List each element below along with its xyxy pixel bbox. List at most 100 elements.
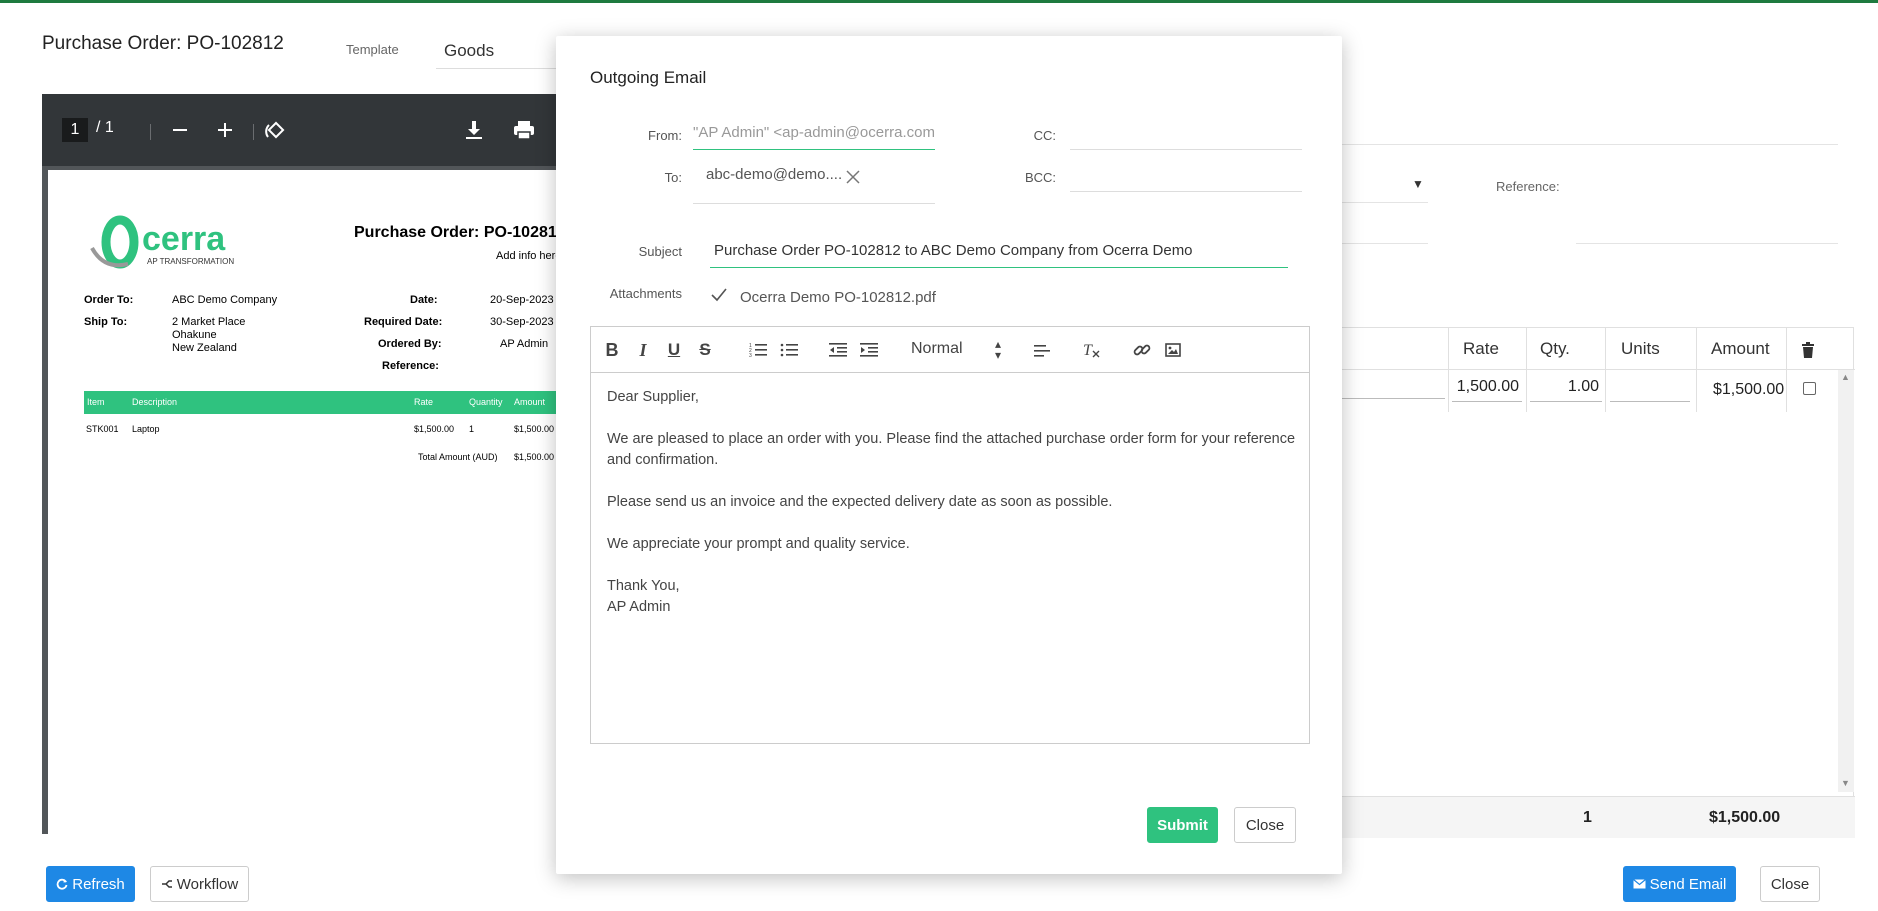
field-underline	[1340, 202, 1428, 203]
submit-button[interactable]: Submit	[1147, 807, 1218, 843]
checkmark-icon	[711, 288, 727, 302]
column-divider	[1605, 328, 1606, 412]
bcc-label: BCC:	[1024, 170, 1056, 185]
workflow-label: Workflow	[176, 875, 239, 893]
zoom-out-button[interactable]	[162, 112, 198, 148]
line-select-checkbox[interactable]	[1803, 382, 1816, 395]
to-label: To:	[664, 170, 682, 185]
amount-total: $1,500.00	[1709, 809, 1781, 826]
indent-icon	[860, 343, 878, 357]
document-title: Purchase Order: PO-102812	[354, 224, 566, 241]
to-input[interactable]	[693, 202, 935, 204]
link-icon	[1133, 344, 1151, 356]
qty-input[interactable]: 1.00	[1530, 378, 1602, 402]
body-greeting: Dear Supplier,	[607, 389, 699, 405]
strikethrough-button[interactable]: S	[694, 339, 716, 361]
image-button[interactable]	[1162, 339, 1184, 361]
refresh-label: Refresh	[72, 875, 125, 893]
reference-input[interactable]	[1576, 243, 1838, 244]
ocerra-logo: cerra AP TRANSFORMATION	[90, 215, 234, 269]
scroll-up-icon[interactable]: ▲	[1841, 372, 1850, 382]
email-body-editor: B I U S 1 2 3 Normal ▴ ▾ T Dear Supplier…	[590, 326, 1310, 744]
ordered-list-button[interactable]: 1 2 3	[747, 339, 769, 361]
units-input[interactable]	[1610, 378, 1690, 402]
date-label: Date:	[410, 294, 438, 306]
total-label: Total Amount (AUD)	[418, 452, 498, 462]
column-header-amount[interactable]: Amount	[1711, 339, 1770, 359]
cc-label: CC:	[1033, 128, 1056, 143]
attachment-filename[interactable]: Ocerra Demo PO-102812.pdf	[740, 289, 936, 306]
text-format-select[interactable]: Normal ▴ ▾	[909, 338, 1009, 361]
reference-label: Reference:	[1496, 179, 1560, 194]
from-input[interactable]: "AP Admin" <ap-admin@ocerra.com>	[693, 120, 935, 150]
cc-input[interactable]	[1070, 120, 1302, 150]
page-number-input[interactable]: 1	[62, 118, 88, 142]
svg-text:T: T	[1083, 342, 1093, 359]
ship-to-line2: Ohakune	[172, 329, 217, 341]
ship-to-line3: New Zealand	[172, 342, 237, 354]
line-amount: $1,500.00	[1713, 381, 1785, 398]
row-quantity: 1	[469, 424, 475, 434]
send-email-label: Send Email	[1649, 875, 1727, 893]
clear-format-button[interactable]: T	[1081, 339, 1103, 361]
row-amount: $1,500.00	[514, 424, 555, 434]
trash-icon[interactable]	[1801, 342, 1815, 358]
subject-input[interactable]: Purchase Order PO-102812 to ABC Demo Com…	[710, 238, 1288, 268]
table-header: Rate Qty. Units Amount	[1341, 328, 1855, 412]
link-button[interactable]	[1131, 339, 1153, 361]
workflow-button[interactable]: Workflow	[150, 866, 249, 902]
reference-label: Reference:	[382, 360, 439, 372]
template-select[interactable]: Goods	[436, 37, 576, 69]
column-header-qty[interactable]: Qty.	[1540, 339, 1570, 359]
row-rate: $1,500.00	[414, 424, 455, 434]
ship-to-label: Ship To:	[84, 316, 128, 328]
bcc-input[interactable]	[1070, 162, 1302, 192]
underline-button[interactable]: U	[663, 339, 685, 361]
italic-button[interactable]: I	[632, 339, 654, 361]
zoom-in-button[interactable]	[207, 112, 243, 148]
rotate-icon	[265, 121, 285, 139]
send-email-button[interactable]: Send Email	[1623, 866, 1736, 902]
pdf-toolbar: 1 / 1	[42, 94, 572, 166]
to-recipient-chip[interactable]: abc-demo@demo....	[706, 166, 842, 183]
date-value: 20-Sep-2023	[490, 294, 554, 306]
outdent-button[interactable]	[827, 339, 849, 361]
download-icon	[466, 121, 482, 139]
column-divider	[1696, 328, 1697, 412]
dropdown-arrow-icon[interactable]: ▼	[1412, 177, 1424, 191]
rate-input[interactable]: 1,500.00	[1452, 378, 1522, 402]
ordered-list-icon: 1 2 3	[749, 343, 767, 358]
bold-button[interactable]: B	[601, 339, 623, 361]
print-icon	[514, 121, 534, 140]
required-date-label: Required Date:	[364, 316, 443, 328]
required-date-value: 30-Sep-2023	[490, 316, 554, 328]
outdent-icon	[829, 343, 847, 357]
column-header-units[interactable]: Units	[1621, 339, 1660, 359]
th-item: Item	[87, 397, 105, 407]
table-scrollbar[interactable]: ▲ ▼	[1838, 370, 1854, 792]
body-paragraph-2: Please send us an invoice and the expect…	[607, 494, 1113, 510]
download-button[interactable]	[456, 112, 492, 148]
email-body-content[interactable]: Dear Supplier, We are pleased to place a…	[607, 387, 1297, 618]
document-table-header: Item Description Rate Quantity Amount	[84, 391, 572, 414]
description-input[interactable]	[1341, 398, 1445, 399]
template-label: Template	[346, 42, 399, 57]
document-add-info: Add info here	[496, 250, 562, 262]
table-footer: 1 $1,500.00	[1341, 796, 1855, 838]
indent-button[interactable]	[858, 339, 880, 361]
align-button[interactable]	[1031, 339, 1053, 361]
remove-recipient-icon[interactable]	[846, 170, 860, 184]
column-header-rate[interactable]: Rate	[1463, 339, 1499, 359]
th-amount: Amount	[514, 397, 546, 407]
bullet-list-button[interactable]	[778, 339, 800, 361]
clear-formatting-icon: T	[1083, 342, 1100, 359]
close-button[interactable]: Close	[1760, 866, 1820, 902]
row-description: Laptop	[132, 424, 160, 434]
workflow-icon	[161, 880, 172, 888]
print-button[interactable]	[506, 112, 542, 148]
scroll-down-icon[interactable]: ▼	[1841, 778, 1850, 788]
ordered-by-label: Ordered By:	[378, 338, 442, 350]
rotate-button[interactable]	[258, 112, 294, 148]
refresh-button[interactable]: Refresh	[46, 866, 135, 902]
close-dialog-button[interactable]: Close	[1234, 807, 1296, 843]
